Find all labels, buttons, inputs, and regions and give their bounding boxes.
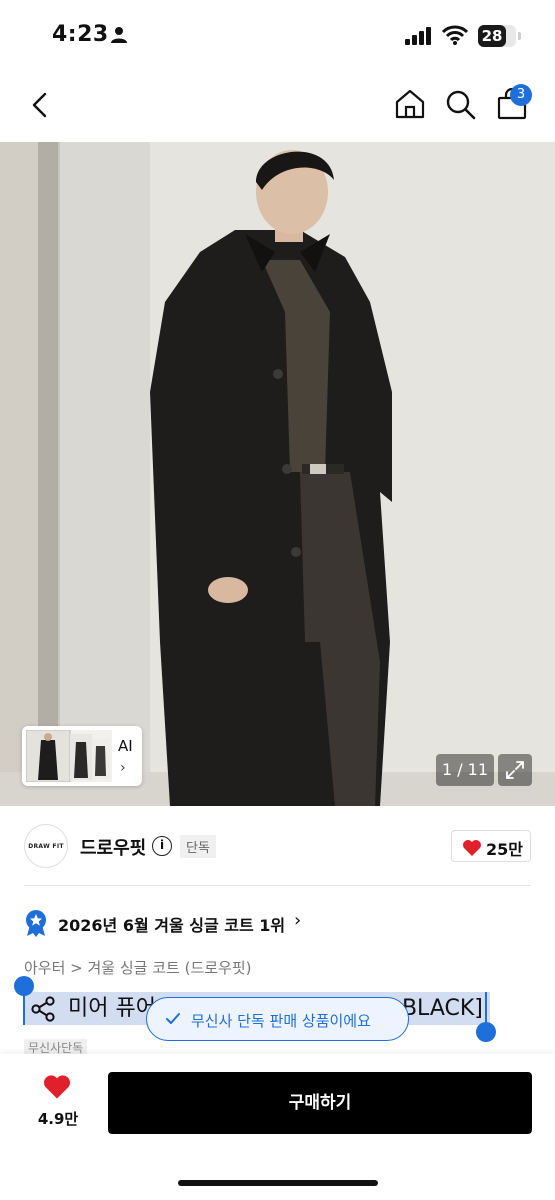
divider [24, 885, 531, 886]
ranking-text: 2026년 6월 겨울 싱글 코트 1위 [58, 916, 286, 935]
wifi-icon [441, 25, 469, 49]
ranking-medal-icon [24, 909, 48, 941]
checkmark-icon [165, 1011, 181, 1030]
battery-icon: 28 [478, 25, 516, 47]
selection-handle-end[interactable] [476, 1022, 496, 1042]
search-icon[interactable] [445, 89, 477, 125]
brand-logo[interactable]: DRAW FIT [24, 824, 68, 868]
exclusive-toast: 무신사 단독 판매 상품이에요 [146, 997, 409, 1041]
product-like-count: 4.9만 [37, 1110, 79, 1128]
battery-cap [518, 32, 521, 40]
info-icon[interactable]: i [152, 836, 172, 856]
cellular-signal-icon [405, 27, 433, 49]
home-indicator[interactable] [178, 1180, 378, 1186]
bottom-action-bar: 4.9만 구매하기 [0, 1054, 555, 1200]
brand-like-count: 25만 [486, 840, 523, 859]
heart-icon [463, 840, 481, 856]
expand-button[interactable] [498, 754, 532, 786]
product-image[interactable]: AI › 1 / 11 [0, 142, 555, 806]
back-arrow-icon[interactable] [28, 90, 52, 124]
person-icon [110, 26, 128, 48]
chevron-right-icon: › [294, 910, 302, 931]
ai-styling-thumbnails[interactable]: AI › [22, 726, 142, 786]
exclusive-badge: 단독 [180, 835, 216, 858]
product-photo-illustration [0, 142, 555, 806]
status-time: 4:23 [52, 22, 109, 47]
image-page-indicator: 1 / 11 [436, 754, 494, 786]
toast-message: 무신사 단독 판매 상품이에요 [191, 1012, 371, 1030]
nav-bar: 3 [0, 72, 555, 224]
chevron-right-icon: › [120, 760, 126, 776]
ranking-row[interactable]: 2026년 6월 겨울 싱글 코트 1위 › [24, 908, 531, 938]
brand-name[interactable]: 드로우핏 [80, 834, 146, 860]
cart-count-badge: 3 [510, 84, 532, 106]
status-bar: 4:23 28 [0, 0, 555, 72]
home-icon[interactable] [394, 88, 426, 124]
breadcrumb[interactable]: 아우터 > 겨울 싱글 코트 (드로우핏) [24, 957, 252, 978]
selection-handle-start[interactable] [14, 976, 34, 996]
product-title-start: 미어 퓨어 [68, 996, 156, 1021]
ai-label: AI [118, 737, 133, 755]
thumbnail-strip [26, 730, 112, 782]
product-title-end: BLACK] [401, 996, 483, 1021]
share-icon[interactable] [30, 996, 56, 1026]
selection-line-end [485, 992, 487, 1026]
battery-level: 28 [478, 25, 506, 47]
heart-icon[interactable] [42, 1074, 72, 1104]
brand-row: DRAW FIT 드로우핏 i 단독 25만 [0, 806, 555, 886]
brand-like-button[interactable]: 25만 [451, 830, 531, 862]
buy-button[interactable]: 구매하기 [108, 1072, 532, 1134]
expand-icon [506, 761, 524, 779]
